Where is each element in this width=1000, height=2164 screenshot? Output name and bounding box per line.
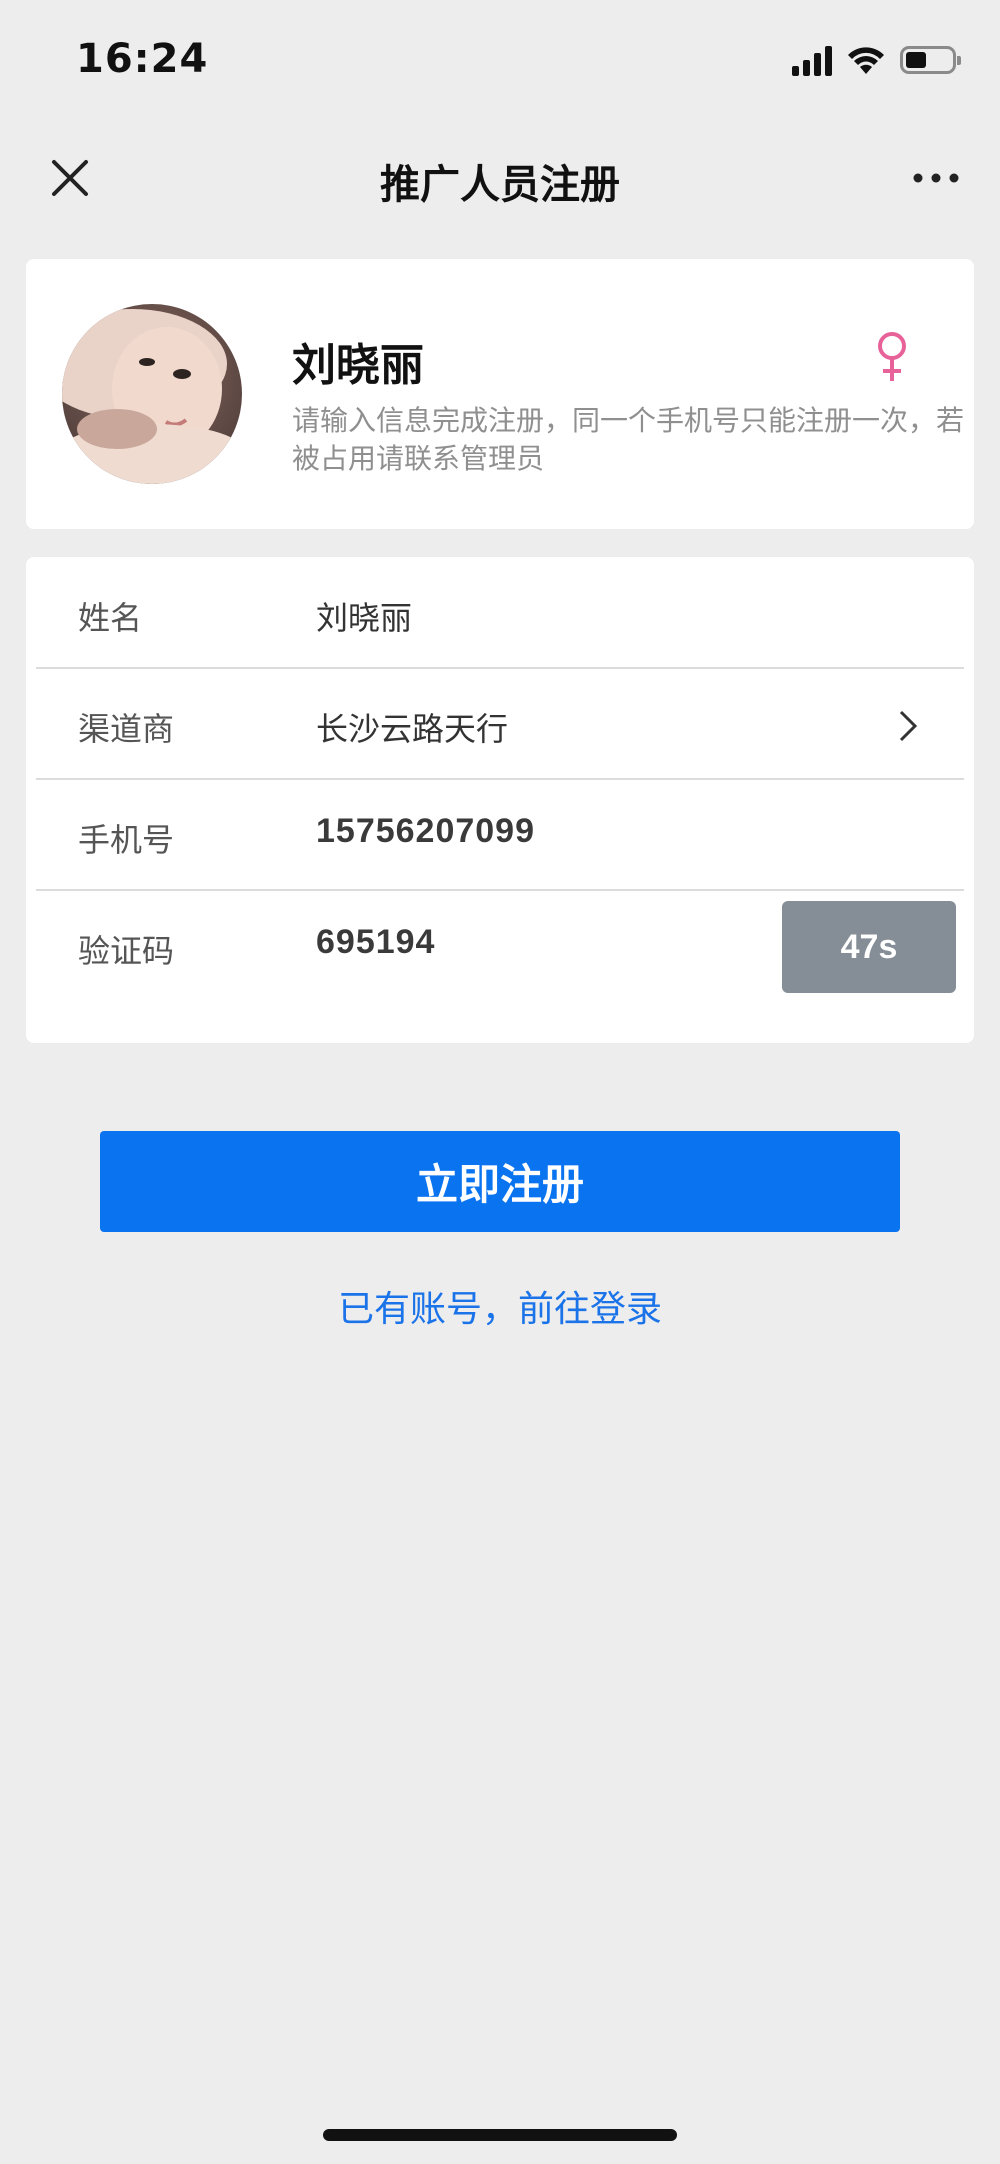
wifi-icon — [848, 47, 884, 74]
register-button[interactable]: 立即注册 — [100, 1131, 900, 1232]
login-link[interactable]: 已有账号，前往登录 — [0, 1280, 1000, 1332]
chevron-right-icon[interactable] — [896, 708, 920, 744]
profile-card: 刘晓丽 请输入信息完成注册，同一个手机号只能注册一次，若被占用请联系管理员 — [26, 259, 974, 529]
profile-description: 请输入信息完成注册，同一个手机号只能注册一次，若被占用请联系管理员 — [292, 404, 965, 475]
form-row-code[interactable]: 验证码 695194 47s — [36, 890, 964, 1000]
battery-icon — [900, 46, 961, 74]
name-field[interactable]: 刘晓丽 — [316, 593, 412, 639]
battery-cap — [957, 56, 961, 65]
phone-label: 手机号 — [78, 821, 175, 859]
female-icon — [878, 332, 906, 381]
more-icon[interactable] — [908, 160, 964, 196]
channel-select[interactable]: 长沙云路天行 — [316, 704, 508, 750]
registration-form: 姓名 刘晓丽 渠道商 长沙云路天行 手机号 15756207099 验证码 69… — [26, 557, 974, 1043]
channel-label: 渠道商 — [78, 710, 175, 748]
nav-bar: 推广人员注册 — [0, 120, 1000, 232]
code-label: 验证码 — [78, 932, 175, 970]
page-title: 推广人员注册 — [380, 162, 620, 208]
status-bar: 16:24 — [0, 0, 1000, 120]
phone-field[interactable]: 15756207099 — [316, 812, 535, 851]
cellular-signal-icon — [792, 44, 832, 76]
battery-level — [906, 52, 926, 68]
name-label: 姓名 — [78, 599, 143, 637]
verification-code-field[interactable]: 695194 — [316, 923, 435, 962]
resend-code-button[interactable]: 47s — [782, 901, 956, 993]
status-icons — [792, 44, 961, 76]
status-time: 16:24 — [76, 36, 209, 82]
form-row-phone[interactable]: 手机号 15756207099 — [36, 779, 964, 891]
home-indicator[interactable] — [323, 2129, 677, 2141]
profile-name: 刘晓丽 — [292, 340, 424, 391]
avatar[interactable] — [62, 304, 242, 484]
form-row-name[interactable]: 姓名 刘晓丽 — [36, 557, 964, 669]
form-row-channel[interactable]: 渠道商 长沙云路天行 — [36, 668, 964, 780]
